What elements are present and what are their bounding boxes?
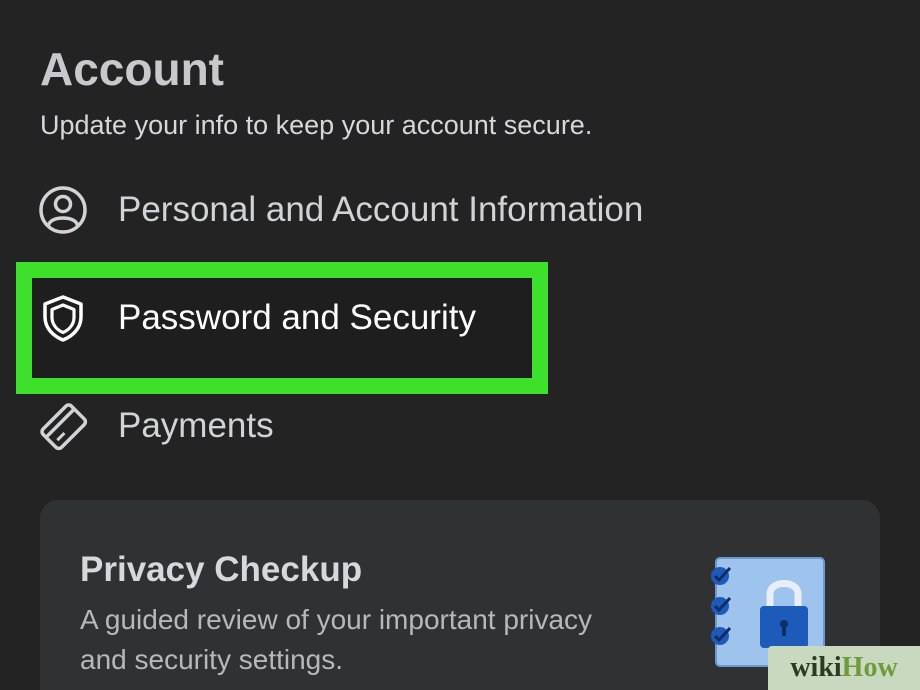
watermark-suffix: How	[841, 652, 898, 683]
privacy-checkup-card[interactable]: Privacy Checkup A guided review of your …	[40, 500, 880, 690]
menu-item-personal-info[interactable]: Personal and Account Information	[36, 178, 643, 242]
shield-icon	[36, 291, 90, 345]
menu-item-payments[interactable]: Payments	[36, 394, 274, 458]
credit-card-icon	[36, 399, 90, 453]
card-description: A guided review of your important privac…	[80, 604, 593, 675]
menu-item-label: Personal and Account Information	[118, 190, 644, 229]
wikihow-watermark: wiki How	[768, 646, 920, 690]
section-subtitle: Update your info to keep your account se…	[40, 110, 593, 140]
section-title: Account	[40, 43, 224, 95]
menu-item-label: Payments	[118, 406, 274, 445]
menu-item-label: Password and Security	[118, 298, 476, 337]
watermark-prefix: wiki	[790, 652, 842, 683]
account-settings-screen: Account Update your info to keep your ac…	[0, 0, 920, 690]
menu-item-password-security[interactable]: Password and Security	[36, 286, 476, 350]
user-circle-icon	[36, 183, 90, 237]
card-title: Privacy Checkup	[80, 550, 363, 589]
